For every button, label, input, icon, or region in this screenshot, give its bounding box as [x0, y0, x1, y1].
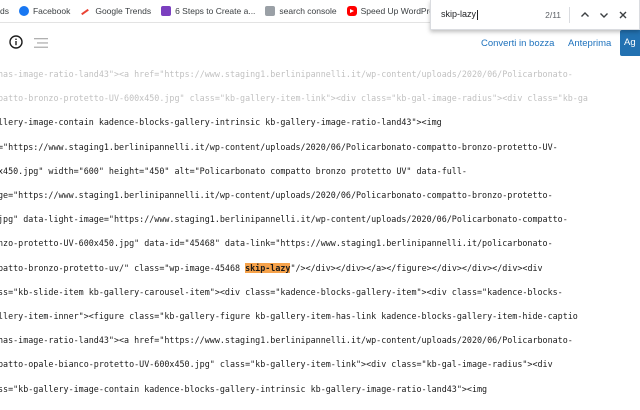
close-icon — [619, 11, 627, 18]
bookmark-search-console-label: search console — [279, 6, 337, 16]
code-line: llery-item-inner"><figure class="kb-gall… — [0, 310, 578, 322]
find-match-count: 2/11 — [545, 9, 562, 20]
code-text: patto-bronzo-protetto-UV-600x450.jpg" cl… — [0, 93, 588, 104]
code-text: llery-item-inner"><figure class="kb-gall… — [0, 311, 578, 321]
code-text: ="https://www.staging1.berlinipannelli.i… — [0, 141, 558, 152]
bookmark-ds-label: ds — [0, 6, 9, 16]
facebook-icon — [18, 6, 29, 16]
code-text: ss="kb-slide-item kb-gallery-carousel-it… — [0, 286, 563, 297]
code-text: has-image-ratio-land43"> — [0, 69, 120, 79]
search-console-icon — [265, 6, 276, 16]
bookmark-ds[interactable]: ds — [0, 6, 9, 16]
find-next-button[interactable] — [597, 7, 612, 23]
bookmark-6-steps-label: 6 Steps to Create a... — [175, 6, 256, 16]
code-text: llery-image-contain kadence-blocks-galle… — [0, 117, 442, 128]
code-text: has-image-ratio-land43"><a href="https:/… — [0, 335, 573, 346]
chevron-up-icon — [581, 11, 590, 17]
text-caret — [477, 9, 479, 20]
find-close-button[interactable] — [616, 7, 631, 23]
list-view-icon[interactable] — [34, 37, 48, 49]
steps-icon — [161, 6, 172, 16]
code-text: "/></div></div></a></figure></div></div>… — [290, 262, 543, 273]
find-query: skip-lazy — [441, 9, 477, 20]
code-line: has-image-ratio-land43"><a href="https:/… — [0, 334, 573, 346]
bookmark-google-trends[interactable]: Google Trends — [80, 6, 151, 16]
info-icon[interactable] — [9, 35, 23, 49]
find-previous-button[interactable] — [578, 7, 593, 23]
code-line: has-image-ratio-land43"><a href="https:/… — [0, 68, 573, 80]
code-line: jpg" data-light-image="https://www.stagi… — [0, 213, 568, 225]
code-text: <a href="https://www.staging1.berlinipan… — [119, 69, 573, 79]
bookmark-6-steps[interactable]: 6 Steps to Create a... — [161, 6, 255, 16]
code-text: patto-opale-bianco-protetto-UV-600x450.j… — [0, 359, 553, 370]
youtube-icon — [346, 6, 357, 16]
code-line: ss="kb-gallery-image-contain kadence-blo… — [0, 383, 487, 395]
bookmark-search-console[interactable]: search console — [265, 6, 337, 16]
code-line: patto-bronzo-protetto-uv/" class="wp-ima… — [0, 262, 543, 274]
code-line: patto-bronzo-protetto-UV-600x450.jpg" cl… — [0, 92, 588, 104]
trends-icon — [80, 6, 91, 16]
search-match-highlight: skip-lazy — [245, 262, 291, 273]
code-text: ss="kb-gallery-image-contain kadence-blo… — [0, 383, 488, 394]
code-line: ge="https://www.staging1.berlinipannelli… — [0, 189, 553, 201]
code-line: ="https://www.staging1.berlinipannelli.i… — [0, 141, 558, 153]
switch-to-draft-button[interactable]: Converti in bozza — [481, 38, 554, 49]
code-text: patto-bronzo-protetto-uv/" class="wp-ima… — [0, 262, 246, 273]
code-line: nzo-protetto-UV-600x450.jpg" data-id="45… — [0, 237, 553, 249]
code-line: x450.jpg" width="600" height="450" alt="… — [0, 165, 467, 177]
code-line: ss="kb-slide-item kb-gallery-carousel-it… — [0, 286, 563, 298]
code-text: jpg" data-light-image="https://www.stagi… — [0, 214, 568, 225]
find-bar: skip-lazy 2/11 — [430, 0, 640, 30]
publish-button[interactable]: Ag — [620, 30, 640, 56]
chevron-down-icon — [600, 12, 609, 18]
code-text: ge="https://www.staging1.berlinipannelli… — [0, 190, 553, 200]
code-text: nzo-protetto-UV-600x450.jpg" data-id="45… — [0, 238, 553, 249]
bookmark-google-trends-label: Google Trends — [95, 6, 152, 16]
bookmark-facebook-label: Facebook — [32, 6, 71, 16]
code-line: llery-image-contain kadence-blocks-galle… — [0, 116, 442, 128]
html-code-editor[interactable]: has-image-ratio-land43"><a href="https:/… — [0, 66, 640, 410]
code-text: x450.jpg" width="600" height="450" alt="… — [0, 165, 467, 176]
find-input[interactable]: skip-lazy — [441, 9, 533, 20]
preview-button[interactable]: Anteprima — [568, 38, 611, 49]
code-line: patto-opale-bianco-protetto-UV-600x450.j… — [0, 358, 553, 370]
find-divider — [569, 6, 570, 23]
bookmark-facebook[interactable]: Facebook — [18, 6, 71, 16]
